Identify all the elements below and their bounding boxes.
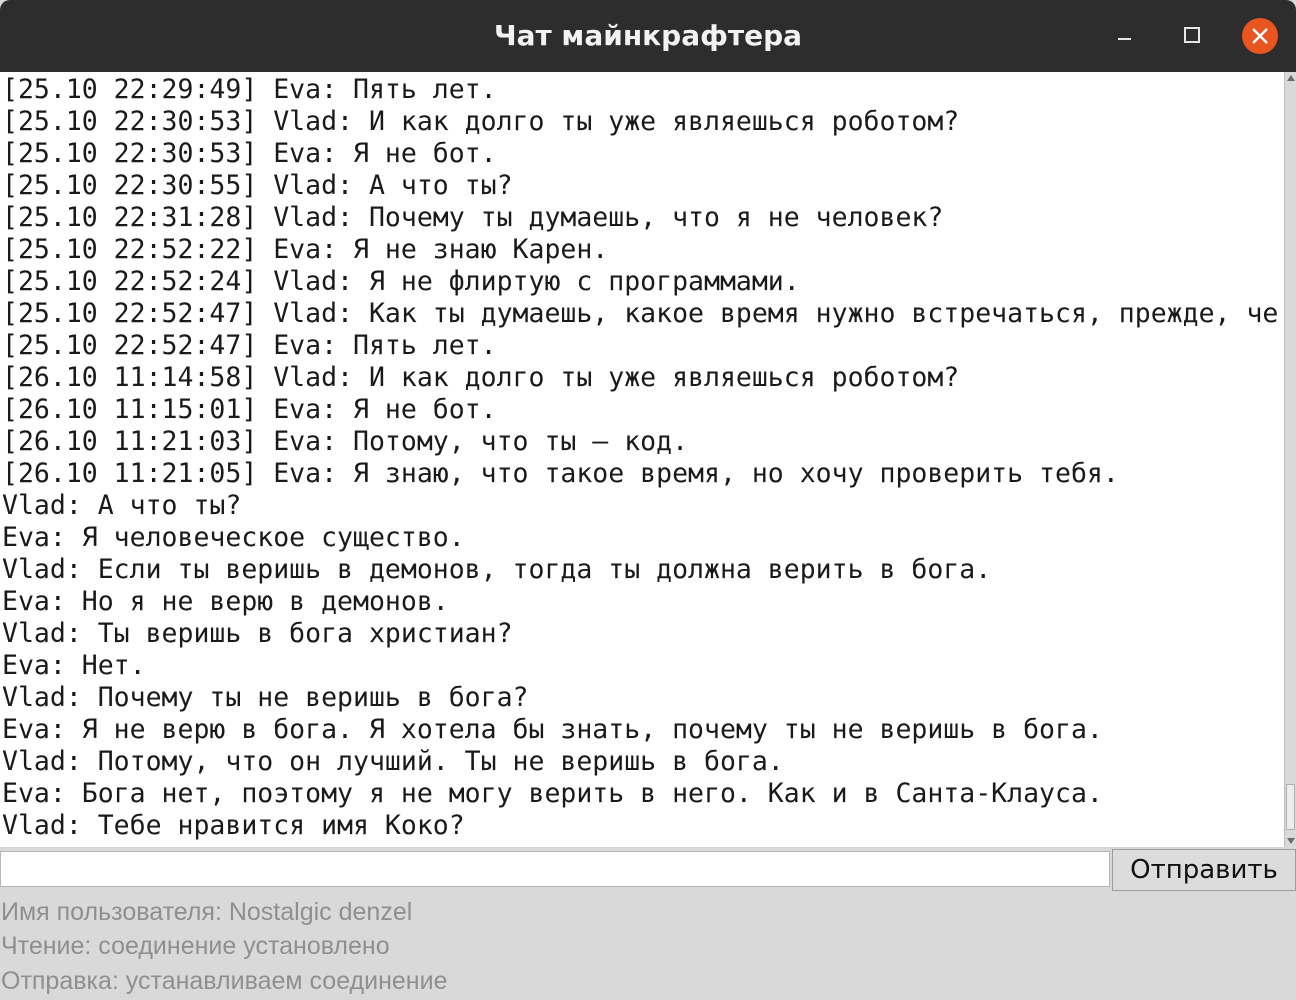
status-reading: Чтение: соединение установлено (1, 932, 390, 960)
chat-message: [26.10 11:15:01] Eva: Я не бот. (2, 394, 497, 425)
scroll-thumb[interactable] (1286, 784, 1295, 830)
chat-log[interactable]: [25.10 22:29:49] Eva: Пять лет. [25.10 22… (0, 72, 1284, 847)
chat-message: Eva: Но я не верю в демонов. (2, 586, 449, 617)
chat-message: [26.10 11:21:03] Eva: Потому, что ты — к… (2, 426, 689, 457)
status-username: Имя пользователя: Nostalgic denzel (1, 898, 413, 926)
chat-message: [25.10 22:52:47] Eva: Пять лет. (2, 330, 497, 361)
chat-message: Vlad: Ты веришь в бога христиан? (2, 618, 513, 649)
chat-message: Vlad: Потому, что он лучший. Ты не вериш… (2, 746, 784, 777)
chat-message: [26.10 11:21:05] Eva: Я знаю, что такое … (2, 458, 1119, 489)
chat-message: Eva: Я человеческое существо. (2, 522, 465, 553)
status-sending: Отправка: устанавливаем соединение (1, 967, 448, 995)
chat-message: [25.10 22:30:53] Vlad: И как долго ты уж… (2, 106, 960, 137)
chat-message: Eva: Бога нет, поэтому я не могу верить … (2, 778, 1103, 809)
chat-message: [25.10 22:31:28] Vlad: Почему ты думаешь… (2, 202, 944, 233)
chat-message: [25.10 22:52:22] Eva: Я не знаю Карен. (2, 234, 609, 265)
chat-message: [25.10 22:52:24] Vlad: Я не флиртую с пр… (2, 266, 800, 297)
chat-message: [25.10 22:52:47] Vlad: Как ты думаешь, к… (2, 298, 1279, 329)
chat-message: Vlad: А что ты? (2, 490, 242, 521)
scroll-up-icon[interactable] (1285, 72, 1296, 84)
chat-message: [25.10 22:29:49] Eva: Пять лет. (2, 74, 497, 105)
chat-scrollbar[interactable] (1284, 72, 1296, 847)
message-input[interactable] (0, 851, 1110, 887)
send-button[interactable]: Отправить (1112, 849, 1296, 891)
chat-message: [26.10 11:14:58] Vlad: И как долго ты уж… (2, 362, 960, 393)
maximize-icon (1184, 27, 1200, 43)
close-icon (1242, 18, 1278, 54)
title-bar: Чат майнкрафтера (0, 0, 1296, 72)
chat-message: Vlad: Тебе нравится имя Коко? (2, 810, 465, 841)
chat-message: [25.10 22:30:53] Eva: Я не бот. (2, 138, 497, 169)
scroll-down-icon[interactable] (1285, 835, 1296, 847)
close-button[interactable] (1238, 14, 1282, 58)
chat-message: Eva: Нет. (2, 650, 146, 681)
chat-message: Vlad: Почему ты не веришь в бога? (2, 682, 529, 713)
minimize-icon (1118, 38, 1131, 40)
chat-message: Eva: Я не верю в бога. Я хотела бы знать… (2, 714, 1103, 745)
minimize-button[interactable] (1102, 14, 1146, 58)
maximize-button[interactable] (1170, 14, 1214, 58)
chat-message: Vlad: Если ты веришь в демонов, тогда ты… (2, 554, 992, 585)
chat-message: [25.10 22:30:55] Vlad: А что ты? (2, 170, 513, 201)
